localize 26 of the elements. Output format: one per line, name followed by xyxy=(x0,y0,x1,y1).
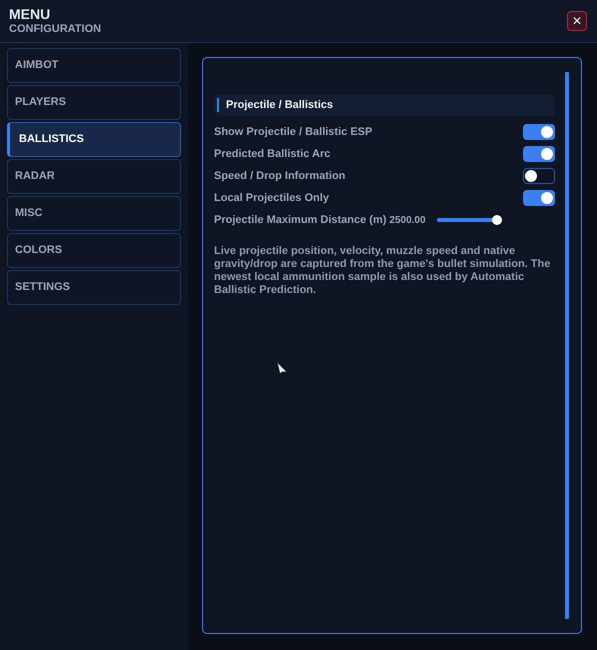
scrollbar[interactable] xyxy=(565,72,569,619)
toggle-switch[interactable] xyxy=(523,168,555,184)
description-text: Live projectile position, velocity, muzzle speed and native gravity/drop are captured from the game's bullet simulation. The newest local ammunition sample is also used by Automatic Ballistic Prediction. xyxy=(214,245,552,297)
sidebar-tab[interactable]: BALLISTICS xyxy=(7,122,181,157)
setting-label: Local Projectiles Only xyxy=(214,190,329,206)
close-button[interactable]: ✕ xyxy=(567,11,587,31)
menu-subtitle: CONFIGURATION xyxy=(9,22,102,36)
section-accent xyxy=(217,98,219,112)
sidebar-tab[interactable]: SETTINGS xyxy=(7,270,181,305)
toggle-switch[interactable] xyxy=(523,190,555,206)
menu-title: MENU xyxy=(9,6,52,22)
toggle-switch[interactable] xyxy=(523,146,555,162)
sidebar-tab[interactable]: COLORS xyxy=(7,233,181,268)
toggle-switch[interactable] xyxy=(523,124,555,140)
slider-thumb[interactable] xyxy=(492,215,502,225)
setting-label: Projectile Maximum Distance (m) xyxy=(214,212,386,228)
setting-label: Predicted Ballistic Arc xyxy=(214,146,330,162)
cursor-icon xyxy=(276,361,288,375)
sidebar-tab[interactable]: MISC xyxy=(7,196,181,231)
sidebar-tab[interactable]: RADAR xyxy=(7,159,181,194)
slider-value: 2500.00 xyxy=(389,214,426,228)
setting-label: Show Projectile / Ballistic ESP xyxy=(214,124,372,140)
sidebar-tab[interactable]: AIMBOT xyxy=(7,48,181,83)
sidebar-tab[interactable]: PLAYERS xyxy=(7,85,181,120)
section-title: Projectile / Ballistics xyxy=(226,98,333,113)
setting-label: Speed / Drop Information xyxy=(214,168,346,184)
